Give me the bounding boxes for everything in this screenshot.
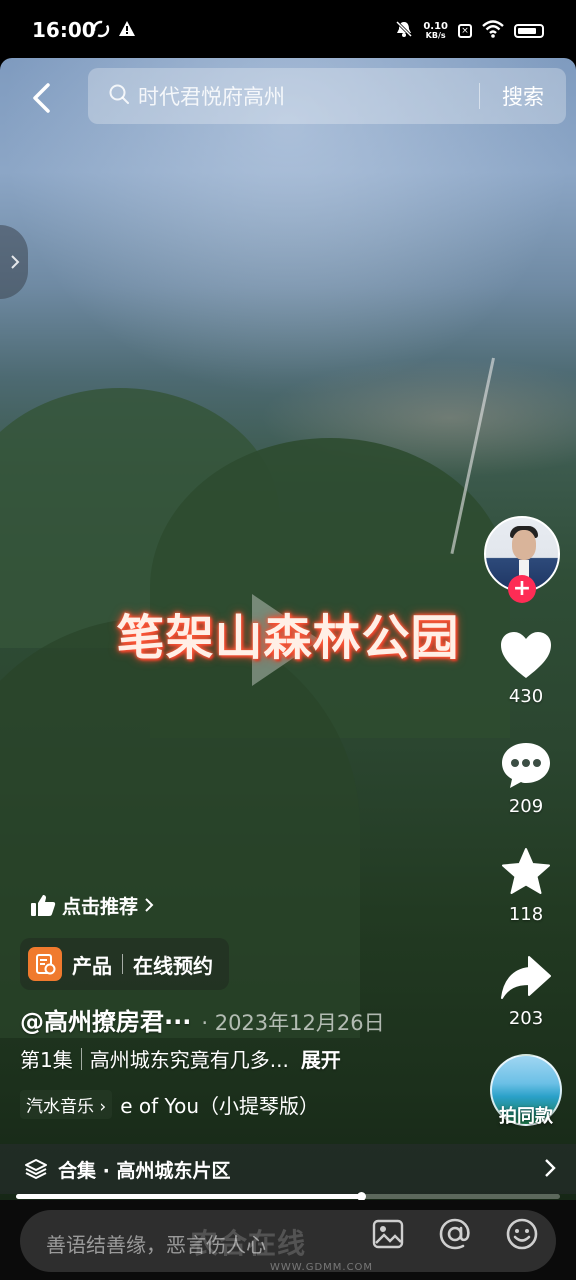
author-line: @高州撩房君··· · 2023年12月26日	[20, 1002, 385, 1037]
follow-button[interactable]: +	[508, 575, 536, 603]
chevron-right-icon	[11, 255, 20, 269]
expand-button[interactable]: 展开	[301, 1044, 341, 1073]
video-description[interactable]: 第1集 高州城东究竟有几多... 展开	[20, 1044, 341, 1073]
comment-button[interactable]: 209	[476, 740, 576, 817]
star-icon	[502, 848, 550, 894]
product-icon	[28, 947, 62, 981]
comment-count: 209	[508, 796, 544, 817]
share-button[interactable]: 203	[476, 954, 576, 1029]
image-icon[interactable]	[370, 1216, 406, 1252]
product-bar[interactable]: 产品 在线预约	[20, 938, 229, 990]
warning-icon	[118, 20, 136, 42]
chevron-left-icon	[33, 83, 50, 113]
thumbs-up-icon	[31, 895, 56, 916]
heart-icon	[501, 632, 551, 678]
favorite-button[interactable]: 118	[476, 846, 576, 925]
search-input[interactable]: 时代君悦府高州	[138, 81, 479, 111]
music-line[interactable]: 汽水音乐 › e of You（小提琴版）	[20, 1090, 319, 1119]
share-arrow-icon	[501, 956, 551, 999]
search-icon	[108, 83, 130, 109]
same-style-label[interactable]: 拍同款	[476, 1102, 576, 1128]
collection-label: 合集 · 高州城东片区	[58, 1159, 231, 1182]
comment-icon	[502, 743, 550, 788]
description-text: 高州城东究竟有几多...	[89, 1048, 289, 1072]
sync-icon	[92, 20, 110, 42]
episode-divider	[80, 1047, 82, 1070]
emoji-icon[interactable]	[504, 1216, 540, 1252]
video-progress-bar[interactable]	[16, 1192, 560, 1201]
music-title: e of You（小提琴版）	[120, 1094, 319, 1118]
product-action[interactable]: 在线预约	[133, 950, 213, 979]
favorite-count: 118	[508, 904, 544, 925]
music-tag-label: 汽水音乐	[26, 1097, 94, 1117]
collection-bar[interactable]: 合集 · 高州城东片区	[0, 1144, 576, 1194]
layers-icon	[25, 1159, 47, 1179]
watermark-url: WWW.GDMM.COM	[270, 1262, 374, 1273]
back-button[interactable]	[26, 80, 56, 116]
chevron-right-icon: ›	[99, 1097, 107, 1117]
progress-fill	[16, 1194, 362, 1199]
watermark-logo: 农合在线	[190, 1227, 307, 1260]
product-label: 产品	[72, 953, 112, 978]
mention-icon[interactable]	[437, 1216, 473, 1252]
chevron-right-icon	[545, 1159, 556, 1177]
status-time: 16:00	[32, 18, 96, 42]
product-divider	[122, 954, 123, 974]
like-count: 430	[508, 686, 544, 707]
chevron-right-icon	[145, 898, 154, 912]
post-date: · 2023年12月26日	[201, 1011, 385, 1035]
net-speed-unit: KB/s	[425, 31, 446, 40]
net-speed-value: 0.10	[423, 21, 448, 32]
net-speed: 0.10 KB/s	[423, 21, 448, 41]
recommend-label: 点击推荐	[62, 895, 139, 918]
avatar-face	[512, 530, 536, 560]
close-box-icon: ×	[458, 24, 472, 38]
action-rail: + 430 209 118 203 拍同款	[476, 0, 576, 1200]
mute-icon	[395, 20, 413, 42]
like-button[interactable]: 430	[476, 630, 576, 707]
author-name[interactable]: @高州撩房君···	[20, 1002, 191, 1037]
share-count: 203	[508, 1008, 544, 1029]
music-source-tag: 汽水音乐 ›	[20, 1090, 113, 1119]
status-left-icons	[92, 20, 136, 42]
recommend-button[interactable]: 点击推荐	[20, 884, 168, 926]
episode-label: 第1集	[20, 1048, 73, 1072]
